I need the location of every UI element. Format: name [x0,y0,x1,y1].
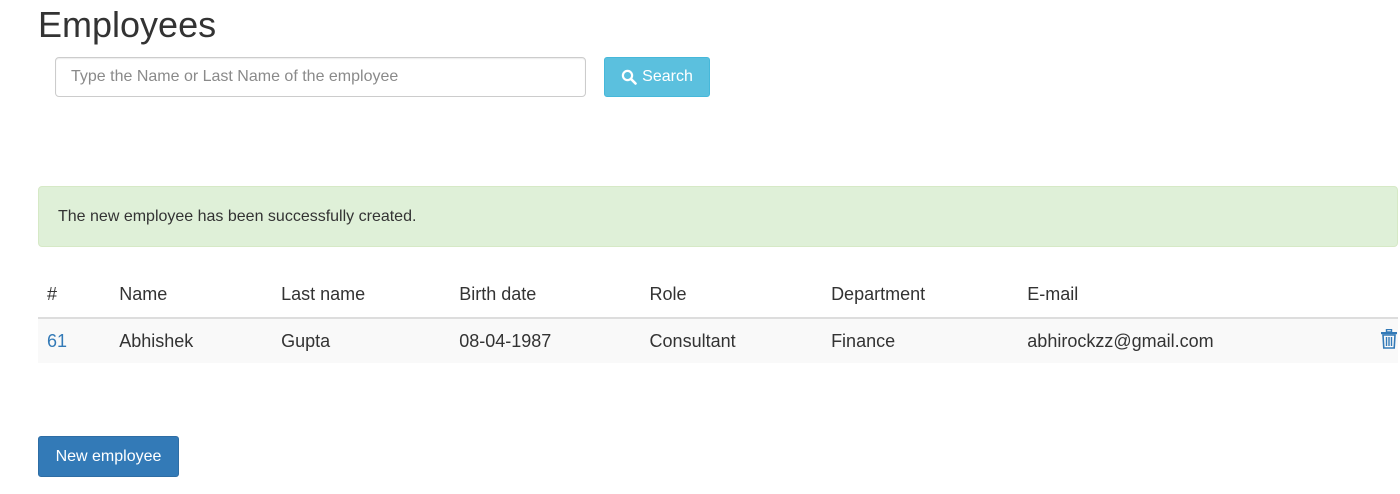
cell-department: Finance [822,318,1019,363]
page-title: Employees [38,4,217,45]
trash-icon[interactable] [1380,328,1398,354]
column-header-actions [1371,272,1398,319]
column-header-department: Department [822,272,1019,319]
column-header-email: E-mail [1018,272,1371,319]
search-icon [621,69,637,85]
cell-birth-date: 08-04-1987 [450,318,641,363]
cell-role: Consultant [640,318,823,363]
cell-id: 61 [38,318,111,363]
search-button-label: Search [642,68,693,85]
cell-name: Abhishek [110,318,273,363]
column-header-name: Name [110,272,273,319]
success-alert: The new employee has been successfully c… [38,186,1398,247]
employee-id-link[interactable]: 61 [47,331,67,351]
cell-email: abhirockzz@gmail.com [1018,318,1371,363]
column-header-role: Role [640,272,823,319]
new-employee-button[interactable]: New employee [38,436,179,477]
alert-message: The new employee has been successfully c… [58,207,417,225]
cell-actions [1371,318,1398,363]
search-button[interactable]: Search [604,57,710,97]
cell-last-name: Gupta [272,318,451,363]
table-row: 61 Abhishek Gupta 08-04-1987 Consultant … [38,318,1398,363]
employees-table: # Name Last name Birth date Role Departm… [38,272,1398,363]
search-input[interactable] [55,57,586,97]
column-header-last-name: Last name [272,272,451,319]
column-header-birth-date: Birth date [450,272,641,319]
column-header-id: # [38,272,111,319]
table-header-row: # Name Last name Birth date Role Departm… [38,272,1398,319]
